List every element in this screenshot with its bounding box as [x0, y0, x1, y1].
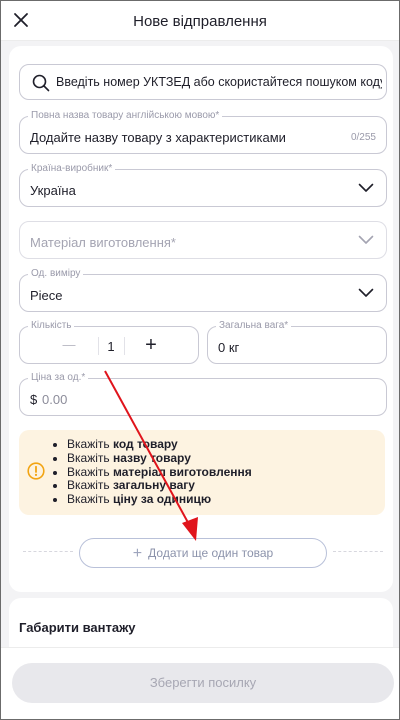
chevron-down-icon: [358, 235, 374, 244]
weight-value: 0 кг: [218, 340, 240, 355]
warning-item-field: назву товару: [112, 450, 191, 465]
price-placeholder: 0.00: [42, 392, 68, 407]
warning-item: Вкажіть загальну вагу: [67, 478, 252, 493]
country-value: Україна: [30, 183, 76, 198]
warning-item-field: ціну за одиницю: [112, 492, 212, 507]
add-another-product-button[interactable]: + Додати ще один товар: [79, 538, 327, 568]
warning-item-prefix: Вкажіть: [67, 450, 113, 465]
warning-item-prefix: Вкажіть: [67, 478, 113, 493]
section-title: Габарити вантажу: [19, 620, 136, 635]
unit-value: Piece: [30, 288, 63, 303]
weight-field[interactable]: Загальна вага* 0 кг: [207, 320, 387, 364]
material-select[interactable]: Матеріал виготовлення*: [19, 221, 387, 259]
warning-list: Вкажіть код товару Вкажіть назву товару …: [67, 437, 252, 507]
warning-item-field: матеріал виготовлення: [112, 464, 252, 479]
header: Нове відправлення: [1, 1, 399, 41]
unit-label: Од. виміру: [28, 268, 84, 280]
price-label: Ціна за од.*: [28, 372, 89, 384]
increment-button[interactable]: +: [136, 330, 166, 360]
footer: Зберегти посилку: [1, 647, 399, 719]
warning-item-prefix: Вкажіть: [67, 437, 113, 451]
quantity-value[interactable]: 1: [98, 339, 124, 354]
unit-select[interactable]: Од. виміру Piece: [19, 268, 387, 312]
chevron-down-icon: [358, 183, 374, 192]
country-select[interactable]: Країна-виробник* Україна: [19, 163, 387, 207]
search-icon: [32, 74, 50, 92]
decrement-button[interactable]: —: [54, 330, 84, 360]
plus-icon: +: [132, 545, 143, 562]
search-placeholder: Введіть номер УКТЗЕД або скористайтеся п…: [56, 75, 382, 89]
chevron-down-icon: [358, 288, 374, 297]
add-button-label: Додати ще один товар: [148, 546, 274, 560]
dashed-divider: [333, 551, 383, 552]
quantity-stepper: Кількість — 1 +: [19, 320, 199, 364]
save-parcel-button[interactable]: Зберегти посилку: [12, 663, 394, 703]
uktzed-search-field[interactable]: Введіть номер УКТЗЕД або скористайтеся п…: [19, 64, 387, 100]
validation-warning: Вкажіть код товару Вкажіть назву товару …: [19, 430, 385, 515]
product-name-label: Повна назва товару англійською мовою*: [28, 110, 223, 122]
weight-label: Загальна вага*: [216, 320, 292, 332]
stepper-divider: [124, 337, 125, 355]
warning-item: Вкажіть назву товару: [67, 450, 252, 466]
warning-item-prefix: Вкажіть: [67, 492, 113, 507]
app-screen: Нове відправлення Введіть номер УКТЗЕД а…: [0, 0, 400, 720]
warning-item-field: загальну вагу: [112, 478, 195, 493]
warning-icon: [27, 462, 45, 480]
product-name-placeholder: Додайте назву товару з характеристиками: [30, 130, 286, 145]
warning-item: Вкажіть код товару: [67, 437, 252, 452]
product-form-card: Введіть номер УКТЗЕД або скористайтеся п…: [9, 46, 393, 592]
dashed-divider: [23, 551, 73, 552]
country-label: Країна-виробник*: [28, 163, 116, 175]
material-placeholder: Матеріал виготовлення*: [30, 235, 176, 250]
currency-symbol: $: [30, 392, 38, 407]
warning-item-field: код товару: [112, 437, 178, 451]
warning-item: Вкажіть ціну за одиницю: [67, 492, 252, 507]
character-counter: 0/255: [350, 132, 376, 143]
warning-item-prefix: Вкажіть: [67, 464, 113, 479]
price-field[interactable]: Ціна за од.* $ 0.00: [19, 372, 387, 416]
warning-item: Вкажіть матеріал виготовлення: [67, 464, 252, 480]
page-title: Нове відправлення: [133, 13, 267, 30]
product-name-field[interactable]: Повна назва товару англійською мовою* До…: [19, 110, 387, 154]
